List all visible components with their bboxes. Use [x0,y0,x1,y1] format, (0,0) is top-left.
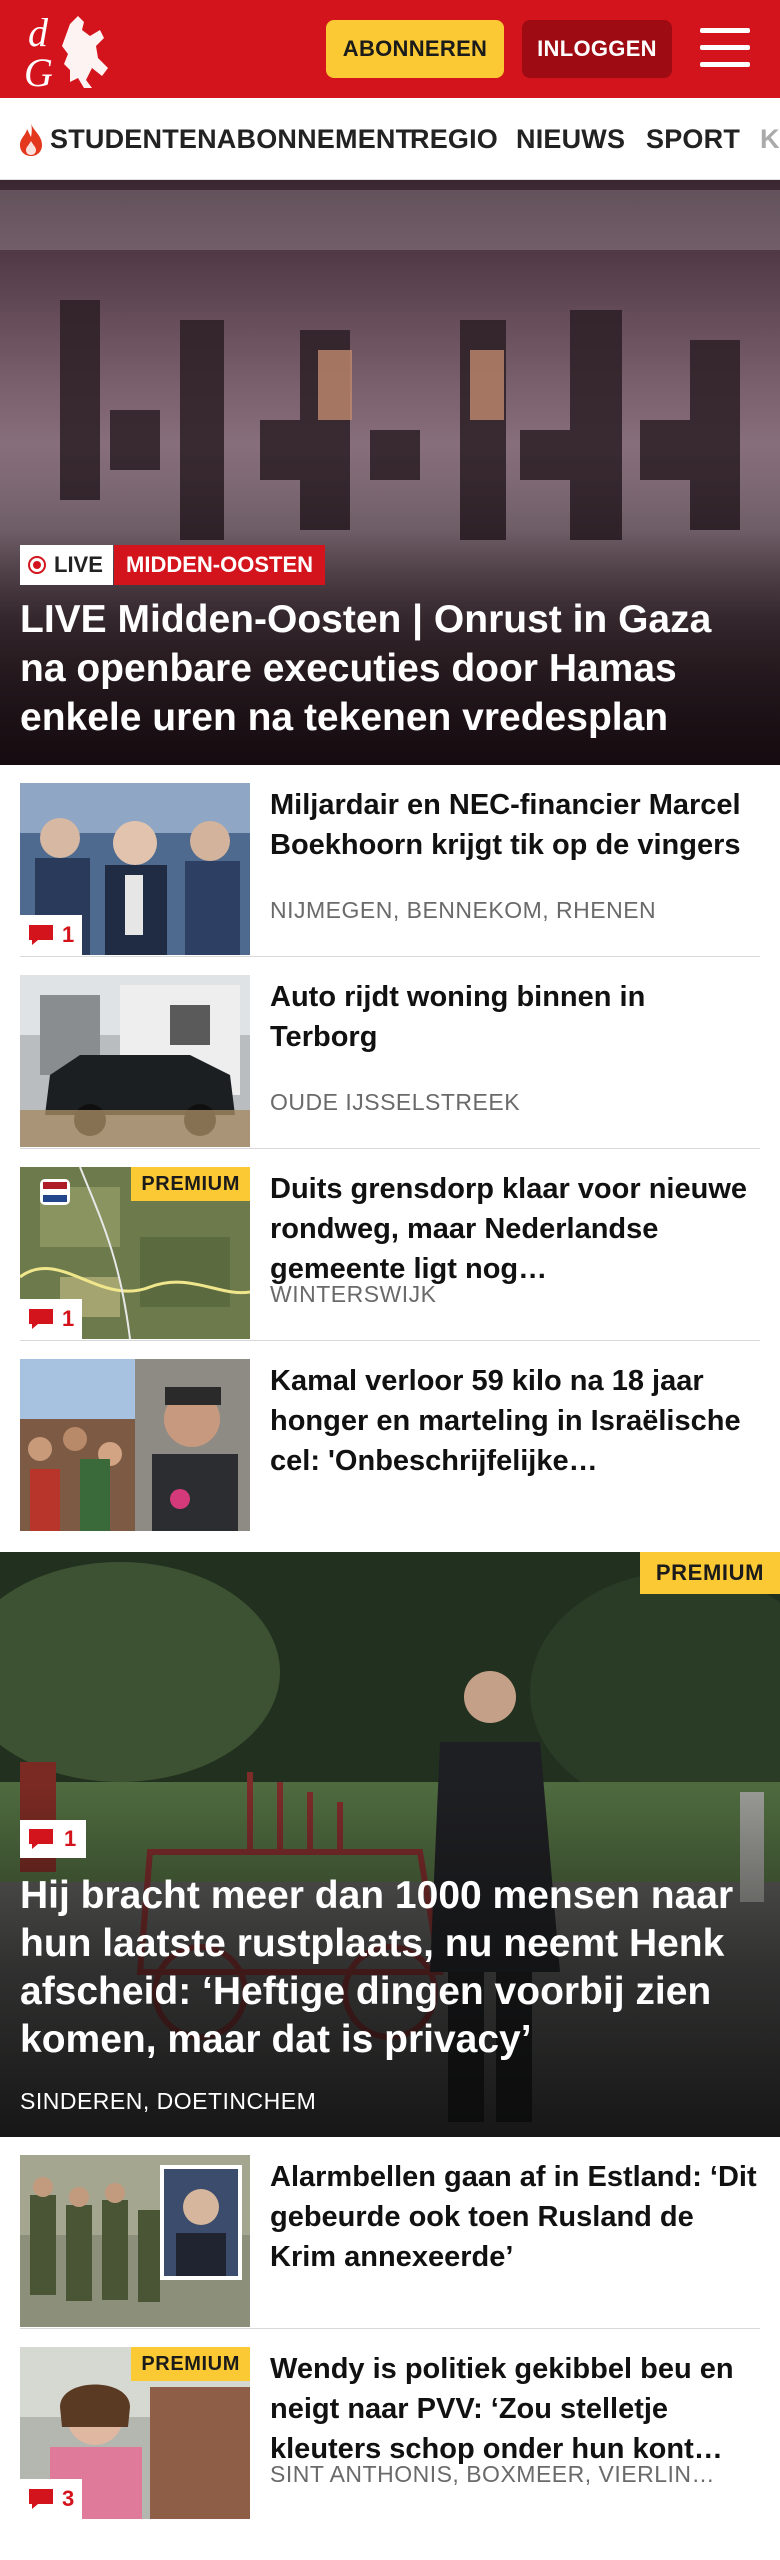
article-row[interactable]: Kamal verloor 59 kilo na 18 jaar honger … [20,1341,760,1533]
hero-title: LIVE Midden-Oosten | Onrust in Gaza na o… [20,598,712,739]
svg-text:d: d [28,10,49,55]
premium-badge: PREMIUM [131,2347,250,2381]
nav-item-regio[interactable]: REGIO [410,98,498,179]
article-thumbnail [20,2155,250,2327]
comment-count-value: 1 [64,1826,77,1851]
hero-article[interactable]: LIVE MIDDEN-OOSTEN LIVE Midden-Oosten | … [0,180,780,765]
article-title: Kamal verloor 59 kilo na 18 jaar honger … [270,1365,741,1477]
article-thumbnail [20,975,250,1147]
feature-title: Hij bracht meer dan 1000 mensen naar hun… [20,1874,734,2061]
article-location: WINTERSWIJK [270,1281,437,1307]
article-photo [20,1359,250,1531]
comment-count-value: 1 [62,922,75,947]
comment-count-value: 1 [62,1306,75,1331]
feature-article[interactable]: PREMIUM 1 Hij bracht meer dan 1000 mense… [0,1552,780,2137]
flame-icon [20,123,42,156]
article-location: OUDE IJSSELSTREEK [270,1089,521,1115]
article-location: SINT ANTHONIS, BOXMEER, VIERLIN… [270,2461,715,2487]
menu-icon[interactable] [700,26,750,70]
article-title: Miljardair en NEC-financier Marcel Boekh… [270,789,741,861]
article-title: Auto rijdt woning binnen in Terborg [270,981,646,1053]
logo-icon[interactable]: d G [22,10,118,90]
comment-count[interactable]: 1 [20,1820,87,1858]
article-row[interactable]: Auto rijdt woning binnen in Terborg OUDE… [20,957,760,1149]
article-thumbnail: PREMIUM 3 [20,2347,250,2519]
feature-location: SINDEREN, DOETINCHEM [20,2088,317,2114]
nav-item-more[interactable]: K [760,98,780,179]
comment-icon [29,1829,53,1849]
article-title: Duits grensdorp klaar voor nieuwe rondwe… [270,1173,747,1285]
article-photo [20,2155,250,2327]
article-row[interactable]: Alarmbellen gaan af in Estland: ‘Dit geb… [20,2137,760,2329]
nav-item-studentenabonnement[interactable]: STUDENTENABONNEMENT [16,98,413,179]
article-title: Wendy is politiek gekibbel beu en neigt … [270,2353,734,2465]
top-bar: d G ABONNEREN INLOGGEN [0,0,780,98]
comment-count-value: 3 [62,2486,75,2511]
article-title: Alarmbellen gaan af in Estland: ‘Dit geb… [270,2161,757,2273]
article-thumbnail: 1 [20,783,250,955]
article-row[interactable]: 1 Miljardair en NEC-financier Marcel Boe… [20,765,760,957]
article-location: NIJMEGEN, BENNEKOM, RHENEN [270,897,657,923]
premium-badge: PREMIUM [131,1167,250,1201]
nav-item-nieuws[interactable]: NIEUWS [516,98,625,179]
nav-item-sport[interactable]: SPORT [646,98,740,179]
article-thumbnail: PREMIUM 1 [20,1167,250,1339]
comment-icon [29,925,53,945]
section-badge: MIDDEN-OOSTEN [114,545,325,585]
article-row[interactable]: PREMIUM 3 Wendy is politiek gekibbel beu… [20,2329,760,2521]
login-button[interactable]: INLOGGEN [522,20,672,78]
comment-count[interactable]: 1 [20,1299,83,1339]
nav-item-label: STUDENTENABONNEMENT [50,123,413,154]
comment-icon [29,2489,53,2509]
premium-badge: PREMIUM [639,1552,780,1594]
live-dot-icon [28,556,46,574]
svg-text:G: G [24,50,53,90]
live-badge: LIVE [20,545,113,585]
comment-count[interactable]: 3 [20,2479,83,2519]
section-nav: STUDENTENABONNEMENT REGIO NIEUWS SPORT K [0,98,780,180]
article-row[interactable]: PREMIUM 1 Duits grensdorp klaar voor nie… [20,1149,760,1341]
comment-icon [29,1309,53,1329]
article-thumbnail [20,1359,250,1531]
subscribe-button[interactable]: ABONNEREN [326,20,504,78]
comment-count[interactable]: 1 [20,915,83,955]
article-photo [20,975,250,1147]
live-label: LIVE [54,552,103,577]
